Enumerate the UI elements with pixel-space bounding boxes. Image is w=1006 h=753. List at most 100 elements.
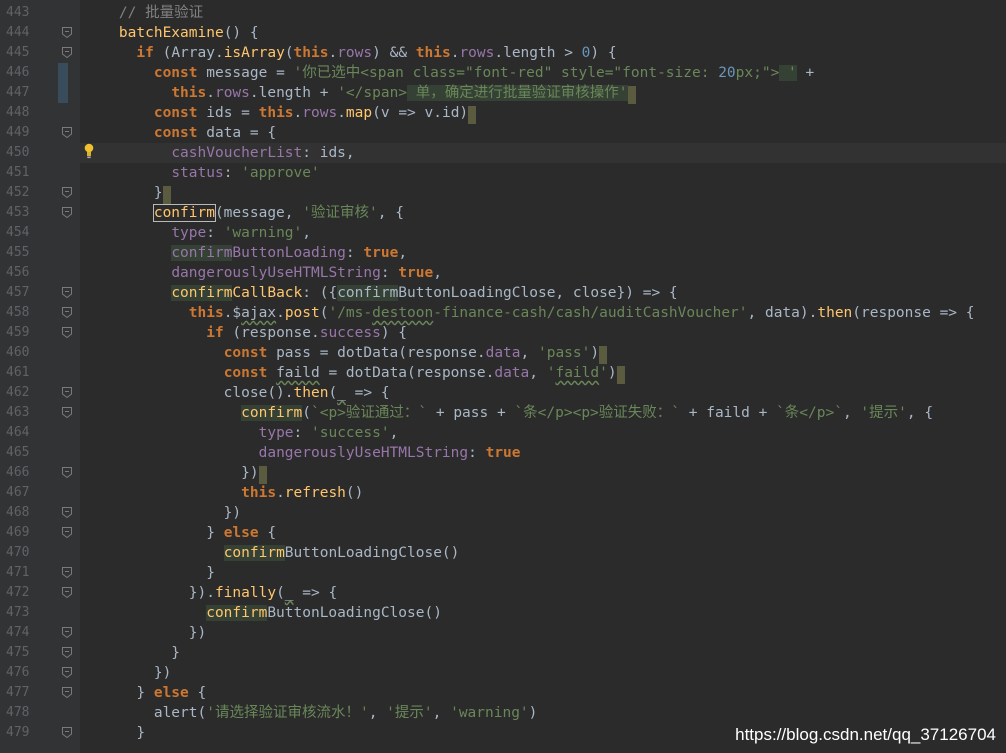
gutter-line: 447 bbox=[0, 83, 80, 103]
code-token: ) bbox=[528, 705, 538, 721]
code-line[interactable]: } bbox=[80, 643, 1006, 663]
code-line[interactable]: const pass = dotData(response.data, 'pas… bbox=[80, 343, 1006, 364]
fold-marker-icon[interactable] bbox=[62, 647, 72, 658]
gutter-line: 468 bbox=[0, 503, 80, 523]
code-token: () bbox=[345, 485, 364, 501]
code-line[interactable]: }) bbox=[80, 503, 1006, 523]
gutter-line: 451 bbox=[0, 163, 80, 183]
code-line-text: } else { bbox=[84, 523, 276, 543]
fold-marker-icon[interactable] bbox=[62, 667, 72, 678]
fold-marker-icon[interactable] bbox=[62, 727, 72, 738]
fold-marker-icon[interactable] bbox=[62, 527, 72, 538]
fold-marker-icon[interactable] bbox=[62, 327, 72, 338]
code-line[interactable]: } else { bbox=[80, 523, 1006, 543]
code-line[interactable]: type: 'warning', bbox=[80, 223, 1006, 243]
code-line[interactable]: const ids = this.rows.map(v => v.id) bbox=[80, 103, 1006, 124]
line-number: 478 bbox=[6, 705, 30, 720]
code-line[interactable]: status: 'approve' bbox=[80, 163, 1006, 183]
code-line[interactable]: } else { bbox=[80, 683, 1006, 703]
code-line[interactable]: cashVoucherList: ids, bbox=[80, 143, 1006, 163]
code-line[interactable]: } bbox=[80, 563, 1006, 583]
fold-marker-icon[interactable] bbox=[62, 187, 72, 198]
code-token: , bbox=[433, 265, 442, 281]
code-line[interactable]: this.rows.length + '</span> 单，确定进行批量验证审核… bbox=[80, 83, 1006, 104]
fold-marker-icon[interactable] bbox=[62, 687, 72, 698]
gutter-line: 470 bbox=[0, 543, 80, 563]
fold-marker-icon[interactable] bbox=[62, 207, 72, 218]
code-line[interactable]: confirmButtonLoadingClose() bbox=[80, 603, 1006, 623]
code-token: const bbox=[223, 365, 268, 381]
code-token: message = bbox=[197, 65, 294, 81]
fold-marker-icon[interactable] bbox=[62, 287, 72, 298]
code-line[interactable]: const data = { bbox=[80, 123, 1006, 143]
code-line[interactable]: dangerouslyUseHTMLString: true bbox=[80, 443, 1006, 463]
fold-marker-icon[interactable] bbox=[62, 507, 72, 518]
code-line[interactable]: close().then(_ => { bbox=[80, 383, 1006, 403]
code-token: this bbox=[188, 305, 224, 321]
code-line[interactable]: // 批量验证 bbox=[80, 3, 1006, 23]
code-line[interactable]: confirmButtonLoading: true, bbox=[80, 243, 1006, 263]
code-line[interactable]: dangerouslyUseHTMLString: true, bbox=[80, 263, 1006, 283]
code-line[interactable]: this.$ajax.post('/ms-destoon-finance-cas… bbox=[80, 303, 1006, 323]
code-line-text: }).finally(_ => { bbox=[84, 583, 337, 603]
fold-marker-icon[interactable] bbox=[62, 407, 72, 418]
code-line[interactable]: }) bbox=[80, 623, 1006, 643]
code-line[interactable]: }) bbox=[80, 663, 1006, 683]
code-token: `<p>验证通过：` bbox=[310, 405, 428, 421]
code-line[interactable]: alert('请选择验证审核流水！', '提示', 'warning') bbox=[80, 703, 1006, 723]
lightbulb-icon[interactable] bbox=[84, 143, 94, 159]
code-line[interactable]: }) bbox=[80, 463, 1006, 484]
fold-marker-icon[interactable] bbox=[62, 47, 72, 58]
code-token: => { bbox=[345, 385, 390, 401]
code-token: : bbox=[468, 445, 486, 461]
fold-marker-icon[interactable] bbox=[62, 27, 72, 38]
code-line-text: alert('请选择验证审核流水！', '提示', 'warning') bbox=[84, 703, 538, 723]
fold-marker-icon[interactable] bbox=[62, 387, 72, 398]
code-line-text: const data = { bbox=[84, 123, 276, 143]
code-editor[interactable]: 443 444 445 446 447 448 449 450 451 452 453 454 455 4… bbox=[0, 0, 1006, 753]
gutter-line: 444 bbox=[0, 23, 80, 43]
code-line[interactable]: confirmButtonLoadingClose() bbox=[80, 543, 1006, 563]
code-token: : bbox=[206, 225, 224, 241]
code-line[interactable]: if (response.success) { bbox=[80, 323, 1006, 343]
code-line[interactable]: type: 'success', bbox=[80, 423, 1006, 443]
code-token: const bbox=[153, 65, 198, 81]
code-line-text: } bbox=[84, 563, 215, 583]
fold-marker-icon[interactable] bbox=[62, 567, 72, 578]
code-token: CallBack bbox=[232, 285, 303, 301]
code-line[interactable]: if (Array.isArray(this.rows) && this.row… bbox=[80, 43, 1006, 63]
code-token: . bbox=[206, 85, 215, 101]
code-line[interactable]: }).finally(_ => { bbox=[80, 583, 1006, 603]
code-line[interactable]: const faild = dotData(response.data, 'fa… bbox=[80, 363, 1006, 384]
code-token: { bbox=[188, 685, 207, 701]
code-line[interactable]: confirm(message, '验证审核', { bbox=[80, 203, 1006, 223]
code-token: => { bbox=[293, 585, 338, 601]
code-line[interactable]: this.refresh() bbox=[80, 483, 1006, 503]
code-line-text: if (Array.isArray(this.rows) && this.row… bbox=[84, 43, 616, 63]
code-token: confirm bbox=[206, 605, 268, 621]
code-line[interactable]: batchExamine() { bbox=[80, 23, 1006, 43]
code-line[interactable]: confirmCallBack: ({confirmButtonLoadingC… bbox=[80, 283, 1006, 303]
code-line[interactable]: } bbox=[80, 183, 1006, 204]
fold-marker-icon[interactable] bbox=[62, 307, 72, 318]
code-token: . bbox=[328, 45, 338, 61]
code-token: ButtonLoadingClose() bbox=[284, 545, 460, 561]
line-number: 465 bbox=[6, 445, 30, 460]
code-line-text: const faild = dotData(response.data, 'fa… bbox=[84, 363, 625, 384]
code-token: const bbox=[153, 125, 198, 141]
code-token: ' bbox=[779, 65, 797, 81]
code-token: then bbox=[293, 385, 329, 401]
code-line-text: } bbox=[84, 643, 180, 663]
code-line[interactable]: const message = '你已选中<span class="font-r… bbox=[80, 63, 1006, 83]
gutter-line: 460 bbox=[0, 343, 80, 363]
code-area[interactable]: // 批量验证 batchExamine() { if (Array.isArr… bbox=[80, 0, 1006, 753]
fold-marker-icon[interactable] bbox=[62, 627, 72, 638]
code-line[interactable]: confirm(`<p>验证通过：` + pass + `条</p><p>验证失… bbox=[80, 403, 1006, 423]
fold-marker-icon[interactable] bbox=[62, 467, 72, 478]
fold-marker-icon[interactable] bbox=[62, 127, 72, 138]
fold-marker-icon[interactable] bbox=[62, 587, 72, 598]
